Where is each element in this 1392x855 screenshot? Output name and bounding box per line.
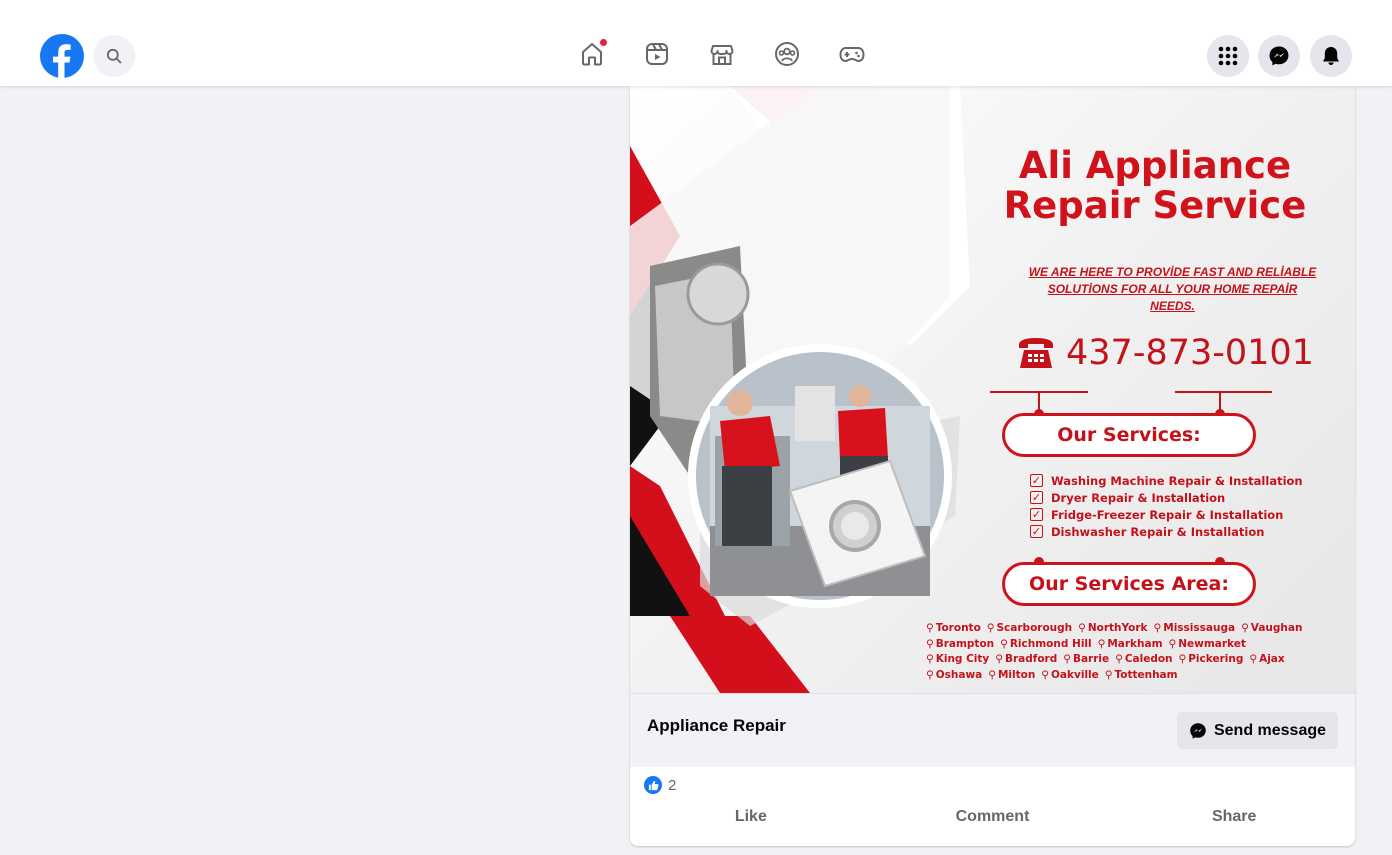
- location-pin-icon: ⚲: [926, 653, 934, 665]
- location-pin-icon: ⚲: [1168, 637, 1177, 650]
- service-area-heading: Our Services Area:: [1002, 562, 1256, 606]
- ad-tagline: WE ARE HERE TO PROVİDE FAST AND RELİABLE…: [1028, 265, 1317, 313]
- location-pin-icon: ⚲: [1097, 637, 1106, 650]
- nav-marketplace[interactable]: [705, 37, 739, 71]
- services-list: ✓ Washing Machine Repair & Installation ✓…: [1030, 472, 1330, 540]
- bell-icon: [1323, 47, 1339, 65]
- notifications-button[interactable]: [1310, 35, 1352, 77]
- services-heading: Our Services:: [1002, 413, 1256, 457]
- like-button[interactable]: Like: [630, 802, 872, 832]
- location-pin-icon: ⚲: [926, 668, 934, 681]
- service-area-city: King City: [935, 653, 990, 665]
- checkbox-icon: ✓: [1030, 525, 1043, 538]
- ad-caption-bar: Appliance Repair Send message: [630, 693, 1355, 767]
- gaming-icon: [839, 47, 865, 63]
- location-pin-icon: ⚲: [1078, 622, 1086, 634]
- service-area-city: Newmarket: [1178, 637, 1246, 650]
- service-area-city: Tottenham: [1114, 668, 1178, 681]
- nav-gaming[interactable]: [835, 37, 869, 71]
- service-item: ✓ Dishwasher Repair & Installation: [1030, 523, 1330, 540]
- location-pin-icon: ⚲: [1104, 668, 1113, 681]
- ad-phone-row: 437-873-0101: [1015, 331, 1315, 375]
- like-reaction-icon: [644, 776, 662, 794]
- nav-reels[interactable]: [640, 37, 674, 71]
- service-item: ✓ Dryer Repair & Installation: [1030, 489, 1330, 506]
- notification-dot: [600, 39, 607, 46]
- service-area-city: Oshawa: [935, 668, 983, 681]
- left-column: [24, 86, 630, 855]
- comment-button[interactable]: Comment: [872, 802, 1114, 832]
- share-button[interactable]: Share: [1113, 802, 1355, 832]
- service-area-city: Mississauga: [1163, 622, 1236, 634]
- service-area-city: Pickering: [1188, 653, 1244, 665]
- service-item: ✓ Fridge-Freezer Repair & Installation: [1030, 506, 1330, 523]
- reaction-count: 2: [668, 776, 677, 794]
- telephone-icon: [1019, 338, 1054, 368]
- location-pin-icon: ⚲: [1041, 668, 1049, 681]
- service-area-city: Bradford: [1004, 653, 1058, 665]
- location-pin-icon: ⚲: [926, 622, 934, 634]
- reels-icon: [646, 43, 668, 65]
- location-pin-icon: ⚲: [1249, 653, 1258, 665]
- ad-title: Ali Appliance Repair Service: [1003, 144, 1307, 227]
- search-button[interactable]: [93, 35, 135, 77]
- service-area-list: ⚲ Toronto ⚲ Scarborough ⚲ NorthYork ⚲ Mississau…: [926, 621, 1351, 683]
- location-pin-icon: ⚲: [1153, 622, 1162, 634]
- service-area-city: Barrie: [1072, 653, 1110, 665]
- checkbox-icon: ✓: [1030, 491, 1043, 504]
- service-area-city: Markham: [1107, 637, 1163, 650]
- nav-groups[interactable]: [770, 37, 804, 71]
- service-area-line: ⚲ King City ⚲ Bradford ⚲ Barrie ⚲ Caledon ⚲ Picke…: [926, 652, 1351, 668]
- checkbox-icon: ✓: [1030, 508, 1043, 521]
- facebook-logo-icon[interactable]: [40, 34, 84, 78]
- service-area-city: Toronto: [935, 622, 981, 634]
- service-area-city: NorthYork: [1087, 622, 1148, 634]
- service-area-line: ⚲ Toronto ⚲ Scarborough ⚲ NorthYork ⚲ Mississau…: [926, 621, 1351, 637]
- top-navigation-bar: [0, 0, 1392, 86]
- ad-image[interactable]: Ali Appliance Repair Service WE ARE HERE…: [630, 86, 1355, 693]
- location-pin-icon: ⚲: [1000, 637, 1008, 650]
- reactions-summary[interactable]: 2: [644, 776, 676, 794]
- ad-phone-number: 437-873-0101: [1066, 333, 1314, 373]
- messenger-icon: [1269, 46, 1289, 66]
- menu-grid-icon: [1218, 46, 1238, 66]
- service-area-line: ⚲ Brampton ⚲ Richmond Hill ⚲ Markham ⚲ Newmarke…: [926, 637, 1351, 653]
- service-area-city: Milton: [997, 668, 1036, 681]
- search-icon: [106, 48, 122, 64]
- service-item: ✓ Washing Machine Repair & Installation: [1030, 472, 1330, 489]
- location-pin-icon: ⚲: [1178, 653, 1187, 665]
- location-pin-icon: ⚲: [1241, 622, 1249, 634]
- messenger-icon: [1190, 722, 1206, 739]
- location-pin-icon: ⚲: [1063, 653, 1071, 665]
- service-area-city: Scarborough: [996, 622, 1073, 634]
- location-pin-icon: ⚲: [926, 637, 934, 650]
- service-label: Fridge-Freezer Repair & Installation: [1051, 507, 1284, 522]
- checkbox-icon: ✓: [1030, 474, 1043, 487]
- send-message-button[interactable]: Send message: [1177, 712, 1338, 749]
- groups-icon: [775, 42, 799, 66]
- service-label: Dishwasher Repair & Installation: [1051, 524, 1265, 539]
- location-pin-icon: ⚲: [1115, 653, 1123, 665]
- service-label: Washing Machine Repair & Installation: [1051, 473, 1303, 488]
- messenger-button[interactable]: [1258, 35, 1300, 77]
- location-pin-icon: ⚲: [988, 668, 996, 681]
- location-pin-icon: ⚲: [986, 622, 995, 634]
- ad-caption-title[interactable]: Appliance Repair: [647, 716, 786, 736]
- service-area-city: Ajax: [1259, 653, 1285, 665]
- service-area-city: Richmond Hill: [1009, 637, 1092, 650]
- menu-button[interactable]: [1207, 35, 1249, 77]
- service-area-city: Oakville: [1051, 668, 1099, 681]
- service-label: Dryer Repair & Installation: [1051, 490, 1226, 505]
- post-actions: Like Comment Share: [630, 802, 1355, 832]
- marketplace-icon: [710, 45, 734, 65]
- send-message-label: Send message: [1213, 721, 1327, 739]
- service-area-line: ⚲ Oshawa ⚲ Milton ⚲ Oakville ⚲ Tottenham: [926, 668, 1351, 684]
- service-area-city: Brampton: [935, 637, 995, 650]
- feed-post: Ali Appliance Repair Service WE ARE HERE…: [630, 86, 1355, 846]
- nav-home[interactable]: [575, 37, 609, 71]
- location-pin-icon: ⚲: [995, 653, 1003, 665]
- service-area-city: Vaughan: [1250, 622, 1303, 634]
- service-area-city: Caledon: [1124, 653, 1173, 665]
